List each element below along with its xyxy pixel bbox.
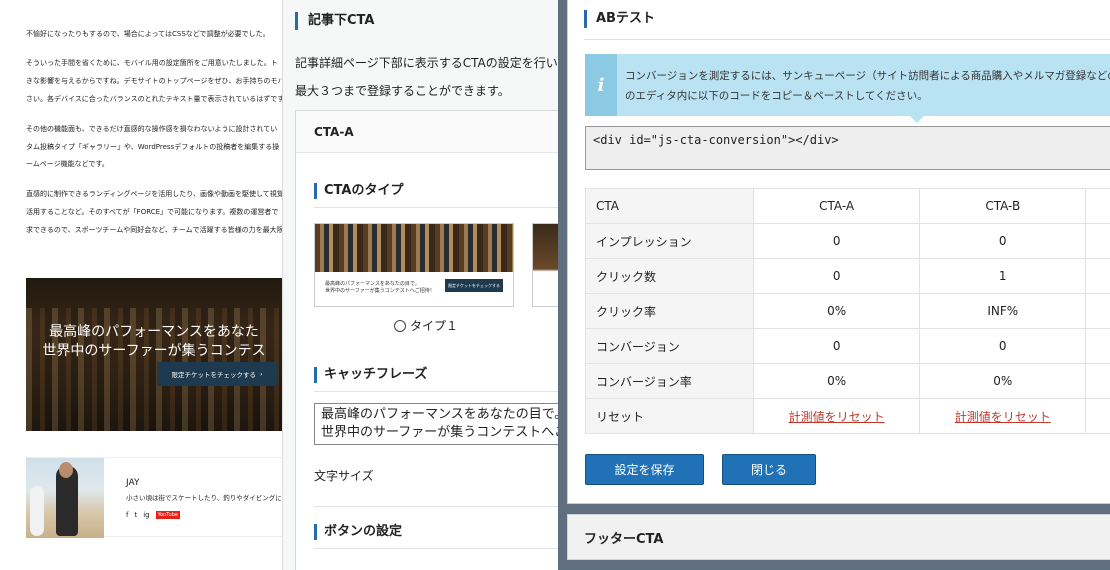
cta-a-value: 0 [753, 223, 921, 259]
row-label: クリック率 [584, 293, 755, 329]
ab-test-panel: ABテスト i コンバージョンを測定するには、サンキューページ（サイト訪問者によ… [567, 0, 1110, 504]
section-title-cta: 記事下CTA [295, 12, 374, 30]
table-row: コンバージョン率 0% 0% [584, 363, 1110, 399]
blog-preview: 不愉好になったりもするので、場合によってはCSSなどで調整が必要でした。 そうい… [0, 0, 282, 570]
table-row: コンバージョン 0 0 [584, 328, 1110, 364]
catchphrase-textarea[interactable]: 最高峰のパフォーマンスをあなたの目で。 世界中のサーファーが集うコンテストへご [314, 403, 558, 445]
reset-cta-a-link[interactable]: 計測値をリセット [789, 410, 885, 424]
blog-paragraph: きな影響を与えるからですね。デモサイトのトップページをぜひ、お手持ちのモバ [26, 77, 282, 85]
cta-b-value: 0% [919, 363, 1087, 399]
hero-headline-2: 世界中のサーファーが集うコンテス [42, 343, 266, 359]
table-row: クリック率 0% INF% [584, 293, 1110, 329]
cta-b-value: 0 [919, 328, 1087, 364]
notice-line-2: のエディタ内に以下のコードをコピー＆ペーストしてください。 [625, 90, 928, 102]
blog-paragraph: 不愉好になったりもするので、場合によってはCSSなどで調整が必要でした。 [26, 30, 270, 38]
cta-description-2: 最大３つまで登録することができます。 [295, 84, 510, 98]
table-header-cell: CTA [584, 188, 755, 224]
youtube-icon[interactable]: YouTube [155, 511, 180, 519]
table-header-cell: CTA-B [919, 188, 1087, 224]
cta-hero-banner: 最高峰のパフォーマンスをあなた 世界中のサーファーが集うコンテス 限定チケットを… [26, 278, 282, 431]
blog-paragraph: 直感的に制作できるランディングページを活用したり、画像や動画を駆使して視覚 [26, 190, 282, 198]
reset-cta-b-link[interactable]: 計測値をリセット [955, 410, 1051, 424]
chevron-right-icon: › [259, 370, 263, 378]
cta-b-value: 1 [919, 258, 1087, 294]
author-bio: 小さい頃は街でスケートしたり、釣りやダイビングにも [126, 494, 282, 502]
ab-stats-table: CTA CTA-A CTA-B インプレッション 0 0 クリック数 0 1 ク… [584, 188, 1110, 434]
cta-a-box: CTA-A CTAのタイプ 最高峰のパフォーマンスをあなたの目で。 世界中のサー… [295, 110, 558, 570]
author-avatar [26, 458, 104, 538]
blog-paragraph: そういった手間を省くために、モバイル用の設定箇所をご用意いたしました。ト [26, 59, 278, 67]
cta-a-value: 0% [753, 363, 921, 399]
instagram-icon[interactable]: ig [143, 511, 149, 519]
info-icon: i [585, 54, 617, 116]
cta-b-value: 0 [919, 223, 1087, 259]
author-name: JAY [126, 478, 140, 488]
cta-a-value: 0 [753, 328, 921, 364]
blog-paragraph: 活用することなど。そのすべてが「FORCE」で可能になります。複数の運営者で [26, 208, 279, 216]
row-label: コンバージョン率 [584, 363, 755, 399]
cta-type-1-label: タイプ１ [410, 319, 459, 333]
twitter-icon[interactable]: t [134, 511, 137, 519]
cta-type-heading: CTAのタイプ [314, 183, 403, 199]
conversion-code-field[interactable]: <div id="js-cta-conversion"></div> [585, 126, 1110, 170]
table-row: リセット 計測値をリセット 計測値をリセット [584, 398, 1110, 434]
row-label: インプレッション [584, 223, 755, 259]
author-box: JAY 小さい頃は街でスケートしたり、釣りやダイビングにも f t ig You… [26, 457, 282, 538]
cta-type-1-radio[interactable]: タイプ１ [394, 317, 458, 334]
cta-settings-panel: 記事下CTA 記事詳細ページ下部に表示するCTAの設定を行いま 最大３つまで登録… [282, 0, 558, 570]
blog-paragraph: 求できるので、スポーツチームや同好会など、チームで活躍する皆様の力を最大限 [26, 226, 282, 234]
blog-paragraph: タム投稿タイプ「ギャラリー」や、WordPressデフォルトの投稿者を編集する操 [26, 143, 280, 151]
table-header-row: CTA CTA-A CTA-B [584, 188, 1110, 224]
cta-a-header[interactable]: CTA-A [296, 111, 558, 153]
notice-line-1: コンバージョンを測定するには、サンキューページ（サイト訪問者による商品購入やメル… [625, 70, 1110, 82]
hero-headline-1: 最高峰のパフォーマンスをあなた [49, 324, 259, 340]
hero-cta-label: 限定チケットをチェックする [171, 371, 256, 379]
cta-description-1: 記事詳細ページ下部に表示するCTAの設定を行いま [295, 56, 558, 70]
cta-b-value: INF% [919, 293, 1087, 329]
catchphrase-heading: キャッチフレーズ [314, 367, 427, 383]
blog-paragraph: さい。各デバイスに合ったバランスのとれたテキスト量で表示されているはずです [26, 95, 282, 103]
table-row: クリック数 0 1 [584, 258, 1110, 294]
facebook-icon[interactable]: f [126, 511, 128, 519]
font-size-label: 文字サイズ [314, 469, 374, 483]
cta-a-value: 0 [753, 258, 921, 294]
ab-test-title: ABテスト [584, 10, 655, 28]
cta-a-value: 0% [753, 293, 921, 329]
cta-type-2-preview[interactable] [532, 223, 558, 307]
blog-paragraph: その他の機能面も、できるだけ直感的な操作感を損なわないように設計されてい [26, 125, 278, 133]
row-label: コンバージョン [584, 328, 755, 364]
radio-circle[interactable] [394, 319, 406, 332]
table-header-cell: CTA-A [753, 188, 921, 224]
row-label: クリック数 [584, 258, 755, 294]
blog-paragraph: ームページ機能などです。 [26, 160, 109, 168]
conversion-notice: i コンバージョンを測定するには、サンキューページ（サイト訪問者による商品購入や… [585, 54, 1110, 123]
hero-cta-button[interactable]: 限定チケットをチェックする › [157, 362, 277, 386]
save-settings-button[interactable]: 設定を保存 [585, 454, 704, 485]
ab-test-overlay: ABテスト i コンバージョンを測定するには、サンキューページ（サイト訪問者によ… [558, 0, 1110, 570]
cta-type-1-preview[interactable]: 最高峰のパフォーマンスをあなたの目で。 世界中のサーファーが集うコンテストへご招… [314, 223, 514, 307]
author-social-links: f t ig YouTube [126, 511, 180, 519]
close-button[interactable]: 閉じる [722, 454, 816, 485]
footer-cta-header[interactable]: フッターCTA [567, 514, 1110, 560]
table-row: インプレッション 0 0 [584, 223, 1110, 259]
row-label: リセット [584, 398, 755, 434]
button-settings-heading: ボタンの設定 [314, 524, 402, 540]
